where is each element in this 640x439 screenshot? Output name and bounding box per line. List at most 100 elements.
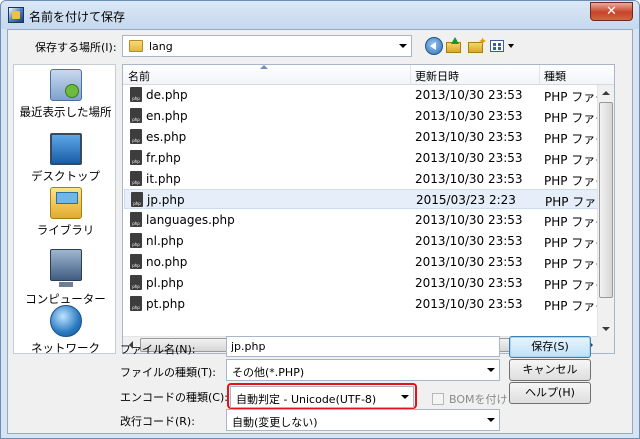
bom-checkbox[interactable] [432, 393, 444, 405]
place-desktop[interactable]: デスクトップ [14, 127, 117, 184]
place-network[interactable]: ネットワーク [14, 305, 117, 356]
newline-label: 改行コード(R): [120, 415, 195, 428]
file-name: es.php [146, 130, 187, 144]
file-date: 2013/10/30 23:53 [415, 255, 523, 269]
scroll-corner [597, 336, 614, 353]
file-row[interactable]: en.php 2013/10/30 23:53 PHP ファイ [124, 106, 607, 126]
network-icon [49, 305, 82, 337]
help-button[interactable]: ヘルプ(H) [509, 382, 591, 404]
close-button[interactable]: ✕ [590, 2, 633, 21]
filename-field[interactable] [226, 336, 500, 357]
cancel-button[interactable]: キャンセル [509, 359, 591, 381]
places-bar: 最近表示した場所 デスクトップ ライブラリ コンピューター ネットワーク [13, 64, 117, 356]
encoding-value: 自動判定 - Unicode(UTF-8) [236, 393, 377, 406]
file-name: pl.php [146, 276, 184, 290]
save-location-label: 保存する場所(I): [35, 41, 117, 54]
column-name[interactable]: 名前 [128, 68, 150, 84]
file-row-selected[interactable]: jp.php 2015/03/23 2:23 PHP ファイ [124, 189, 608, 209]
php-file-icon [130, 275, 142, 290]
file-name: fr.php [146, 151, 181, 165]
recent-places-icon [49, 69, 82, 101]
save-as-dialog: 名前を付けて保存 ✕ 保存する場所(I): lang ✦ 最近表示した場所 デス… [0, 0, 640, 439]
save-button[interactable]: 保存(S) [509, 336, 591, 358]
file-row[interactable]: pt.php 2013/10/30 23:53 PHP ファイ [124, 294, 607, 314]
file-name: pt.php [146, 297, 185, 311]
save-location-value: lang [149, 40, 173, 53]
vertical-scrollbar[interactable] [597, 85, 614, 337]
php-file-icon [131, 192, 143, 207]
file-row[interactable]: fr.php 2013/10/30 23:53 PHP ファイ [124, 148, 607, 168]
dialog-body: 保存する場所(I): lang ✦ 最近表示した場所 デスクトップ ライブラリ [7, 29, 633, 434]
save-location-combo[interactable]: lang [122, 35, 412, 57]
view-menu-icon[interactable] [490, 37, 516, 55]
file-name: de.php [146, 88, 188, 102]
filename-input[interactable] [227, 337, 499, 356]
file-date: 2013/10/30 23:53 [415, 213, 523, 227]
file-name: languages.php [146, 213, 235, 227]
php-file-icon [130, 254, 142, 269]
file-name: no.php [146, 255, 188, 269]
php-file-icon [130, 296, 142, 311]
chevron-down-icon [487, 368, 495, 372]
place-label: デスクトップ [31, 169, 100, 183]
chevron-down-icon [487, 418, 495, 422]
new-folder-icon[interactable]: ✦ [468, 36, 487, 55]
place-label: 最近表示した場所 [19, 105, 112, 119]
desktop-icon [49, 133, 82, 165]
encoding-select[interactable]: 自動判定 - Unicode(UTF-8) [230, 386, 414, 408]
folder-icon [129, 40, 143, 52]
chevron-down-icon [399, 44, 407, 48]
file-name: jp.php [147, 193, 185, 207]
place-computer[interactable]: コンピューター [14, 249, 117, 307]
up-folder-icon[interactable] [446, 37, 464, 55]
php-file-icon [130, 212, 142, 227]
title-bar: 名前を付けて保存 ✕ [1, 1, 639, 29]
php-file-icon [130, 129, 142, 144]
window-title: 名前を付けて保存 [29, 10, 126, 24]
file-date: 2013/10/30 23:53 [415, 297, 523, 311]
file-name: en.php [146, 109, 188, 123]
filename-label: ファイル名(N): [120, 343, 196, 356]
file-row[interactable]: de.php 2013/10/30 23:53 PHP ファイ [124, 85, 607, 105]
filetype-select[interactable]: その他(*.PHP) [226, 359, 500, 381]
file-row[interactable]: languages.php 2013/10/30 23:53 PHP ファイ [124, 210, 607, 230]
filetype-value: その他(*.PHP) [232, 366, 305, 379]
file-row[interactable]: no.php 2013/10/30 23:53 PHP ファイ [124, 252, 607, 272]
php-file-icon [130, 233, 142, 248]
vertical-scroll-thumb[interactable] [599, 102, 613, 298]
php-file-icon [130, 108, 142, 123]
place-label: ネットワーク [31, 341, 100, 355]
column-header: 名前 更新日時 種類 [123, 65, 614, 85]
back-icon[interactable] [425, 37, 443, 55]
computer-icon [49, 249, 82, 287]
file-date: 2013/10/30 23:53 [415, 172, 523, 186]
file-date: 2015/03/23 2:23 [416, 193, 516, 207]
library-icon [49, 187, 82, 219]
newline-value: 自動(変更しない) [232, 416, 318, 429]
sort-ascending-icon [260, 65, 268, 69]
php-file-icon [130, 171, 142, 186]
file-date: 2013/10/30 23:53 [415, 130, 523, 144]
column-date[interactable]: 更新日時 [415, 68, 459, 84]
file-row[interactable]: nl.php 2013/10/30 23:53 PHP ファイ [124, 231, 607, 251]
php-file-icon [130, 150, 142, 165]
scroll-up-icon[interactable] [598, 85, 614, 101]
file-row[interactable]: it.php 2013/10/30 23:53 PHP ファイ [124, 169, 607, 189]
place-recent[interactable]: 最近表示した場所 [14, 69, 117, 120]
php-file-icon [130, 87, 142, 102]
file-name: nl.php [146, 234, 184, 248]
filetype-label: ファイルの種類(T): [120, 366, 217, 379]
place-label: ライブラリ [36, 223, 95, 237]
file-row[interactable]: es.php 2013/10/30 23:53 PHP ファイ [124, 127, 607, 147]
file-list: 名前 更新日時 種類 de.php 2013/10/30 23:53 PHP フ… [122, 64, 615, 354]
scroll-down-icon[interactable] [598, 321, 614, 337]
file-date: 2013/10/30 23:53 [415, 88, 523, 102]
file-row[interactable]: pl.php 2013/10/30 23:53 PHP ファイ [124, 273, 607, 293]
file-name: it.php [146, 172, 181, 186]
encoding-label: エンコードの種類(C): [120, 391, 228, 404]
file-date: 2013/10/30 23:53 [415, 234, 523, 248]
newline-select[interactable]: 自動(変更しない) [226, 409, 500, 431]
place-libraries[interactable]: ライブラリ [14, 187, 117, 238]
file-date: 2013/10/30 23:53 [415, 109, 523, 123]
column-type[interactable]: 種類 [544, 68, 566, 84]
